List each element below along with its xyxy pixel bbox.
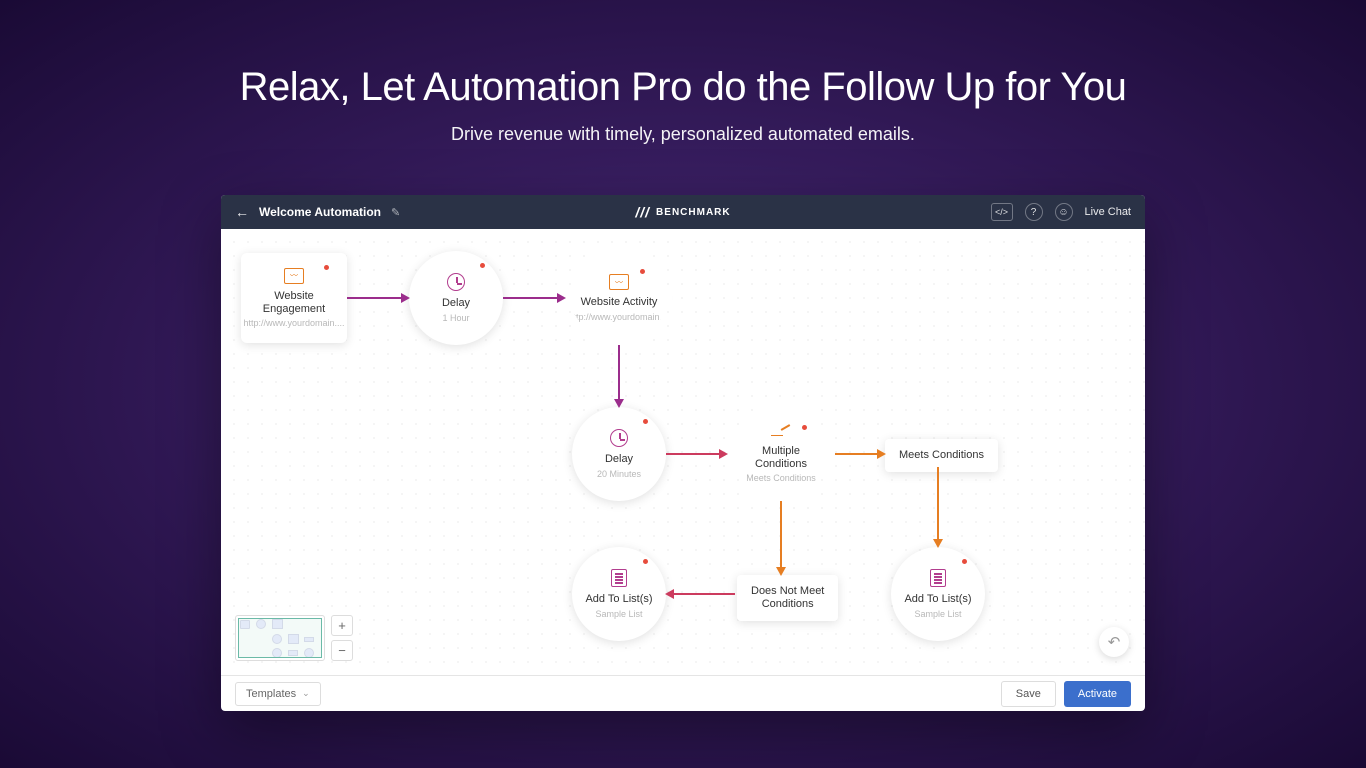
templates-dropdown[interactable]: Templates ⌄ <box>235 682 321 706</box>
app-window: ← Welcome Automation ✎ /// BENCHMARK </>… <box>221 195 1145 711</box>
zoom-in-button[interactable]: + <box>331 615 353 636</box>
chart-icon: 〰 <box>609 274 629 290</box>
zoom-out-button[interactable]: − <box>331 640 353 661</box>
node-title: Add To List(s) <box>585 593 652 606</box>
topbar-right: </> ? ☺ Live Chat <box>991 203 1131 221</box>
minimap[interactable] <box>235 615 325 661</box>
brand-name: BENCHMARK <box>656 207 731 218</box>
node-sub: Meets Conditions <box>746 473 816 483</box>
connector <box>780 501 782 569</box>
clock-icon <box>610 429 628 447</box>
node-delay-2[interactable]: Delay 20 Minutes <box>572 407 666 501</box>
node-add-to-list-2[interactable]: Add To List(s) Sample List <box>891 547 985 641</box>
save-button[interactable]: Save <box>1001 681 1056 707</box>
status-dot-icon <box>643 559 648 564</box>
status-dot-icon <box>480 263 485 268</box>
node-website-activity[interactable]: 〰 Website Activity http://www.yourdomain… <box>565 251 673 345</box>
status-dot-icon <box>643 419 648 424</box>
clock-icon <box>447 273 465 291</box>
arrow-icon <box>719 449 728 459</box>
node-title: Website Activity <box>581 296 658 309</box>
node-meets-conditions[interactable]: Meets Conditions <box>885 439 998 472</box>
arrow-icon <box>557 293 566 303</box>
connector <box>347 297 403 299</box>
node-title: Multiple Conditions <box>739 445 823 471</box>
node-delay-1[interactable]: Delay 1 Hour <box>409 251 503 345</box>
node-title: Delay <box>442 297 470 310</box>
node-sub: Sample List <box>595 609 642 619</box>
branch-icon <box>771 425 791 439</box>
logo-icon: /// <box>635 204 650 220</box>
edit-title-icon[interactable]: ✎ <box>391 206 400 219</box>
status-dot-icon <box>640 269 645 274</box>
zoom-controls: + − <box>331 615 353 661</box>
help-icon[interactable]: ? <box>1025 203 1043 221</box>
connector <box>618 345 620 401</box>
templates-label: Templates <box>246 688 296 700</box>
app-topbar: ← Welcome Automation ✎ /// BENCHMARK </>… <box>221 195 1145 229</box>
chart-icon: 〰 <box>284 268 304 284</box>
status-dot-icon <box>324 265 329 270</box>
status-dot-icon <box>962 559 967 564</box>
connector <box>835 453 879 455</box>
node-title: Meets Conditions <box>899 449 984 462</box>
connector <box>666 453 721 455</box>
node-multiple-conditions[interactable]: Multiple Conditions Meets Conditions <box>727 407 835 501</box>
node-sub: http://www.yourdomain.... <box>568 312 669 322</box>
node-title: Website Engagement <box>253 290 335 316</box>
connector <box>503 297 559 299</box>
undo-button[interactable]: ↶ <box>1099 627 1129 657</box>
connector <box>937 467 939 541</box>
hero-subtitle: Drive revenue with timely, personalized … <box>240 124 1127 145</box>
code-view-icon[interactable]: </> <box>991 203 1013 221</box>
connector <box>673 593 735 595</box>
brand: /// BENCHMARK <box>635 204 730 220</box>
user-avatar-icon[interactable]: ☺ <box>1055 203 1073 221</box>
node-title: Delay <box>605 453 633 466</box>
app-footer: Templates ⌄ Save Activate <box>221 675 1145 711</box>
node-sub: Sample List <box>914 609 961 619</box>
topbar-left: ← Welcome Automation ✎ <box>235 204 400 220</box>
activate-button[interactable]: Activate <box>1064 681 1131 707</box>
status-dot-icon <box>802 425 807 430</box>
hero-title: Relax, Let Automation Pro do the Follow … <box>240 65 1127 110</box>
node-does-not-meet[interactable]: Does Not Meet Conditions <box>737 575 838 621</box>
node-title-line2: Conditions <box>762 598 814 611</box>
automation-title: Welcome Automation <box>259 205 381 219</box>
node-add-to-list-1[interactable]: Add To List(s) Sample List <box>572 547 666 641</box>
chevron-down-icon: ⌄ <box>302 688 310 699</box>
arrow-icon <box>665 589 674 599</box>
node-sub: 1 Hour <box>442 313 469 323</box>
minimap-container: + − <box>235 615 353 661</box>
node-website-engagement[interactable]: 〰 Website Engagement http://www.yourdoma… <box>241 253 347 343</box>
node-sub: 20 Minutes <box>597 469 641 479</box>
hero-section: Relax, Let Automation Pro do the Follow … <box>240 65 1127 145</box>
back-arrow-icon[interactable]: ← <box>235 204 249 220</box>
automation-canvas[interactable]: 〰 Website Engagement http://www.yourdoma… <box>221 229 1145 675</box>
node-title-line1: Does Not Meet <box>751 585 824 598</box>
live-chat-link[interactable]: Live Chat <box>1085 206 1131 218</box>
list-icon <box>611 569 627 587</box>
node-title: Add To List(s) <box>904 593 971 606</box>
node-sub: http://www.yourdomain.... <box>243 318 344 328</box>
list-icon <box>930 569 946 587</box>
